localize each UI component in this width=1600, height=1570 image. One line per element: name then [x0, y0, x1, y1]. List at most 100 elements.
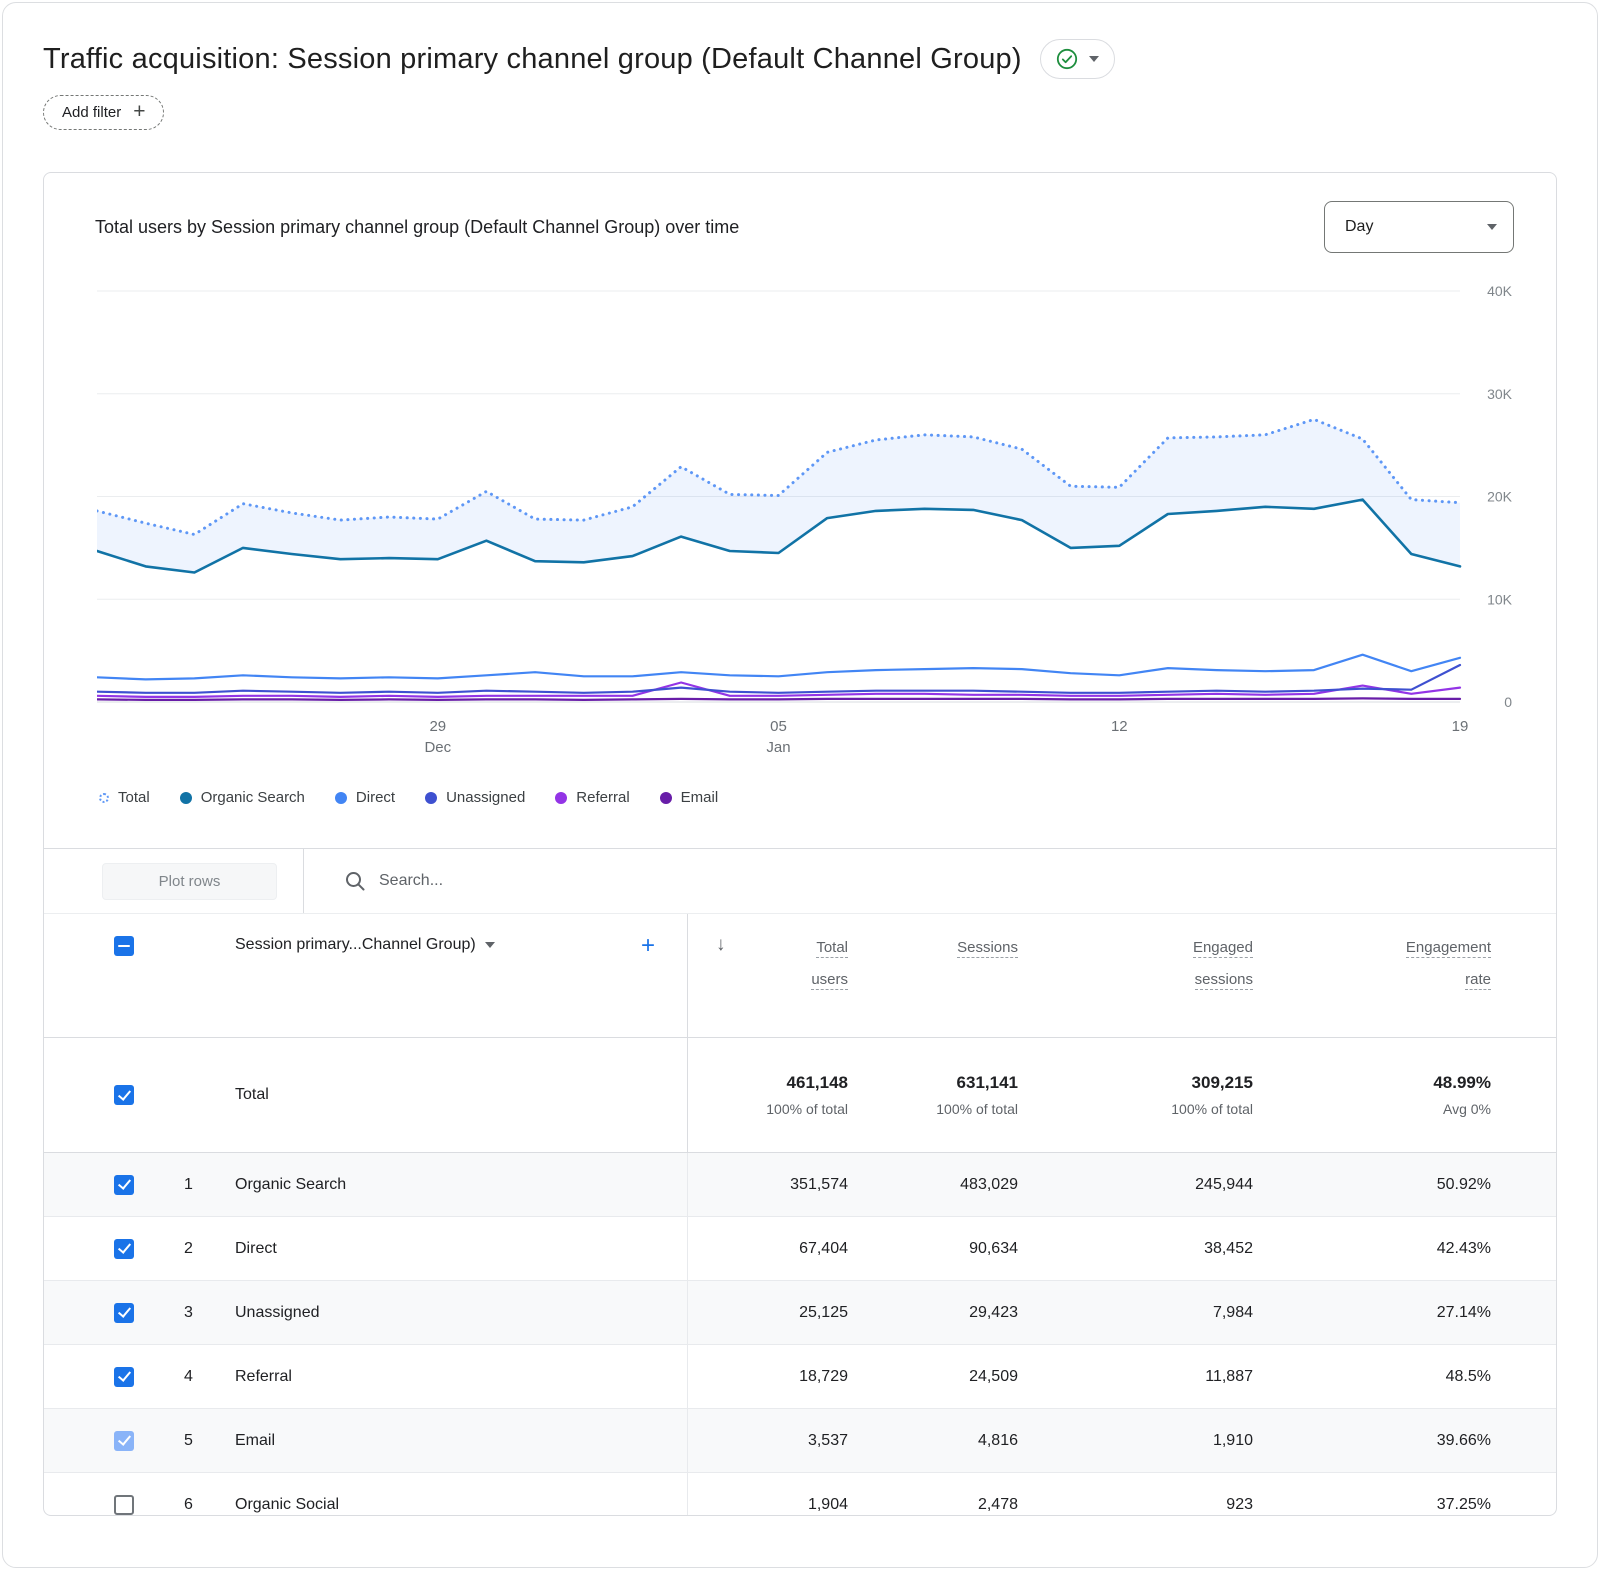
- channel-name: Direct: [235, 1240, 277, 1258]
- search-box[interactable]: [344, 870, 1556, 892]
- metric-value: 2,478: [848, 1496, 1018, 1514]
- channel-name: Unassigned: [235, 1304, 320, 1322]
- chart-header: Total users by Session primary channel g…: [44, 173, 1556, 253]
- metric-value: 27.14%: [1253, 1304, 1491, 1322]
- metric-value: 38,452: [1018, 1240, 1253, 1258]
- engagement-rate-total: 48.99% Avg 0%: [1253, 1073, 1491, 1117]
- plot-rows-button[interactable]: Plot rows: [102, 863, 277, 900]
- dimension-label: Session primary...Channel Group): [235, 936, 476, 954]
- legend-color-dot: [335, 792, 347, 804]
- row-checkbox[interactable]: [114, 1239, 134, 1259]
- chevron-down-icon: [1089, 56, 1099, 62]
- row-dimension-cell: 1Organic Search: [44, 1153, 688, 1216]
- svg-text:20K: 20K: [1487, 489, 1513, 505]
- metric-value: 90,634: [848, 1240, 1018, 1258]
- metric-value: 25,125: [688, 1304, 848, 1322]
- table-row: 5 Email 3,5374,8161,91039.66%: [44, 1409, 1556, 1473]
- row-dimension-cell: 5 Email: [44, 1409, 688, 1472]
- row-checkbox[interactable]: [114, 1303, 134, 1323]
- chart-legend: TotalOrganic SearchDirectUnassignedRefer…: [44, 775, 1556, 848]
- metric-headers: ↓TotalusersSessionsEngagedsessionsEngage…: [688, 914, 1556, 1037]
- row-index: 6: [184, 1496, 214, 1514]
- metric-value: 29,423: [848, 1304, 1018, 1322]
- sort-descending-icon[interactable]: ↓: [716, 932, 726, 997]
- svg-text:10K: 10K: [1487, 591, 1513, 607]
- engaged-sessions-total: 309,215 100% of total: [1018, 1073, 1253, 1117]
- metric-value: 37.25%: [1253, 1496, 1491, 1514]
- legend-item-organic-search: Organic Search: [180, 789, 305, 806]
- row-index: 5: [184, 1432, 214, 1450]
- sessions-total: 631,141 100% of total: [848, 1073, 1018, 1117]
- table-body: 1Organic Search351,574483,029245,94450.9…: [44, 1153, 1556, 1516]
- svg-text:30K: 30K: [1487, 386, 1513, 402]
- metric-value: 351,574: [688, 1176, 848, 1194]
- row-checkbox[interactable]: [114, 1495, 134, 1515]
- metric-value: 24,509: [848, 1368, 1018, 1386]
- svg-text:19: 19: [1452, 718, 1469, 735]
- total-label: Total: [235, 1086, 269, 1104]
- metric-value: 245,944: [1018, 1176, 1253, 1194]
- legend-item-direct: Direct: [335, 789, 395, 806]
- table-row: 4Referral18,72924,50911,88748.5%: [44, 1345, 1556, 1409]
- metric-value: 1,910: [1018, 1432, 1253, 1450]
- legend-label: Total: [118, 789, 150, 806]
- granularity-select[interactable]: Day: [1324, 201, 1514, 253]
- legend-item-unassigned: Unassigned: [425, 789, 525, 806]
- metric-value: 4,816: [848, 1432, 1018, 1450]
- report-header: Traffic acquisition: Session primary cha…: [43, 39, 1557, 79]
- metric-value: 48.5%: [1253, 1368, 1491, 1386]
- table-header: Session primary...Channel Group) + ↓Tota…: [44, 913, 1556, 1038]
- total-row-dimension-cell: Total: [44, 1038, 688, 1152]
- column-header-engaged-sessions[interactable]: Engagedsessions: [1018, 932, 1253, 997]
- legend-color-dot: [555, 792, 567, 804]
- row-checkbox[interactable]: [114, 1367, 134, 1387]
- metric-value: 39.66%: [1253, 1432, 1491, 1450]
- svg-text:0: 0: [1504, 694, 1512, 710]
- metric-value: 3,537: [688, 1432, 848, 1450]
- chevron-down-icon: [485, 942, 495, 948]
- channel-name: Referral: [235, 1368, 292, 1386]
- search-input[interactable]: [379, 872, 1556, 890]
- row-index: 2: [184, 1240, 214, 1258]
- select-all-checkbox[interactable]: [114, 936, 134, 956]
- metric-value: 50.92%: [1253, 1176, 1491, 1194]
- dimension-selector[interactable]: Session primary...Channel Group): [235, 936, 495, 954]
- row-index: 4: [184, 1368, 214, 1386]
- table-controls: Plot rows: [44, 849, 1556, 913]
- svg-text:Jan: Jan: [766, 739, 790, 756]
- table-row: 3Unassigned25,12529,4237,98427.14%: [44, 1281, 1556, 1345]
- legend-color-dot: [99, 793, 109, 803]
- traffic-line-chart: 40K30K20K10K029Dec05Jan1219: [97, 265, 1517, 770]
- row-dimension-cell: 3 Unassigned: [44, 1281, 688, 1344]
- legend-label: Email: [681, 789, 719, 806]
- legend-label: Organic Search: [201, 789, 305, 806]
- metric-value: 1,904: [688, 1496, 848, 1514]
- column-header-engagement-rate[interactable]: Engagementrate: [1253, 932, 1491, 997]
- legend-label: Direct: [356, 789, 395, 806]
- report-status-badge[interactable]: [1040, 39, 1115, 79]
- add-dimension-button[interactable]: +: [641, 936, 655, 955]
- vertical-divider: [303, 849, 304, 913]
- table-row: 6Organic Social1,9042,47892337.25%: [44, 1473, 1556, 1516]
- total-row-checkbox[interactable]: [114, 1085, 134, 1105]
- row-dimension-cell: 6Organic Social: [44, 1473, 688, 1516]
- total-users-total: 461,148 100% of total: [688, 1073, 848, 1117]
- metric-value: 42.43%: [1253, 1240, 1491, 1258]
- add-filter-button[interactable]: Add filter +: [43, 95, 164, 130]
- legend-item-total: Total: [99, 789, 150, 806]
- svg-text:29: 29: [429, 718, 446, 735]
- svg-text:05: 05: [770, 718, 787, 735]
- check-circle-icon: [1056, 48, 1078, 70]
- row-checkbox[interactable]: [114, 1175, 134, 1195]
- channel-name: Email: [235, 1432, 275, 1450]
- chevron-down-icon: [1487, 224, 1497, 230]
- metric-value: 923: [1018, 1496, 1253, 1514]
- metric-value: 67,404: [688, 1240, 848, 1258]
- column-header-total-users[interactable]: ↓Totalusers: [688, 932, 848, 997]
- add-filter-label: Add filter: [62, 104, 121, 121]
- row-checkbox[interactable]: [114, 1431, 134, 1451]
- legend-color-dot: [180, 792, 192, 804]
- row-index: 3: [184, 1304, 214, 1322]
- column-header-sessions[interactable]: Sessions: [848, 932, 1018, 964]
- row-index: 1: [184, 1176, 214, 1194]
